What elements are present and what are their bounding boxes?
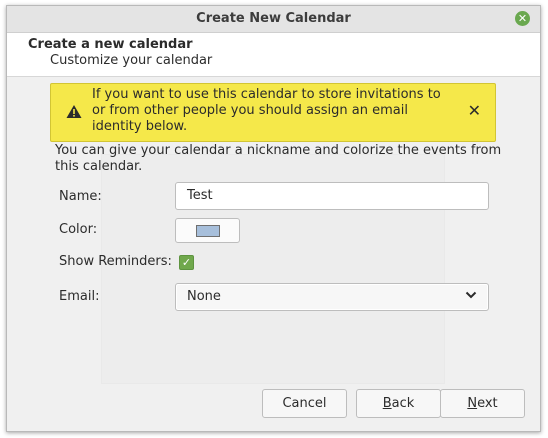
next-button-label: ext bbox=[477, 396, 498, 411]
close-icon: ✕ bbox=[467, 101, 481, 120]
name-input-value: Test bbox=[187, 188, 213, 203]
name-input[interactable]: Test bbox=[175, 182, 489, 210]
checkmark-icon: ✓ bbox=[181, 256, 192, 269]
back-button[interactable]: Back bbox=[356, 389, 441, 418]
email-select-value: None bbox=[187, 289, 221, 304]
titlebar: Create New Calendar ✕ bbox=[7, 6, 540, 33]
show-reminders-checkbox[interactable]: ✓ bbox=[179, 255, 194, 270]
warning-text: If you want to use this calendar to stor… bbox=[92, 87, 441, 134]
color-picker-button[interactable] bbox=[175, 218, 240, 243]
page-subtitle: Customize your calendar bbox=[50, 53, 213, 68]
email-select[interactable]: None bbox=[175, 283, 489, 311]
email-identity-notification: If you want to use this calendar to stor… bbox=[50, 83, 496, 142]
close-window-button[interactable]: ✕ bbox=[515, 11, 530, 26]
chevron-down-icon bbox=[465, 289, 477, 305]
email-label: Email: bbox=[59, 289, 100, 304]
wizard-header: Create a new calendar Customize your cal… bbox=[7, 33, 540, 77]
name-label: Name: bbox=[59, 189, 102, 204]
cancel-button-label: Cancel bbox=[282, 396, 327, 411]
back-button-label: ack bbox=[391, 396, 415, 411]
show-reminders-label: Show Reminders: bbox=[59, 254, 172, 269]
next-button-accelerator: N bbox=[467, 396, 478, 411]
next-button[interactable]: Next bbox=[440, 389, 525, 418]
window-title: Create New Calendar bbox=[196, 11, 351, 26]
cancel-button[interactable]: Cancel bbox=[262, 389, 347, 418]
back-button-accelerator: B bbox=[382, 396, 392, 411]
close-icon: ✕ bbox=[517, 12, 528, 25]
color-label: Color: bbox=[59, 222, 98, 237]
color-swatch bbox=[196, 225, 220, 237]
dismiss-notification-button[interactable]: ✕ bbox=[468, 101, 481, 120]
page-title: Create a new calendar bbox=[28, 37, 193, 52]
warning-icon bbox=[66, 104, 82, 123]
description-text: You can give your calendar a nickname an… bbox=[55, 143, 502, 174]
dialog-window: Create New Calendar ✕ Create a new calen… bbox=[6, 5, 541, 432]
